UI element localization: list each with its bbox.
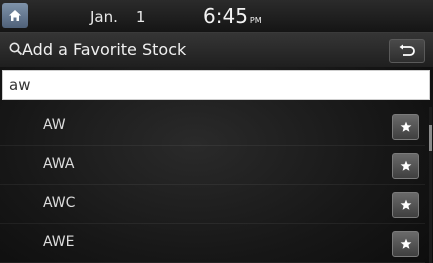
- stock-symbol: AWE: [43, 234, 75, 250]
- scrollbar-thumb[interactable]: [429, 125, 432, 151]
- stock-symbol: AWA: [43, 156, 75, 172]
- page-title: Add a Favorite Stock: [22, 40, 187, 59]
- star-icon: [400, 238, 411, 249]
- list-item[interactable]: AWA: [0, 146, 425, 185]
- favorite-star-button[interactable]: [392, 153, 419, 179]
- status-bar: Jan. 1 6:45 PM: [0, 0, 433, 33]
- star-icon: [400, 199, 411, 210]
- status-ampm: PM: [249, 16, 262, 25]
- stock-symbol: AW: [43, 117, 66, 133]
- status-month: Jan.: [90, 8, 118, 26]
- list-item[interactable]: AWE: [0, 224, 425, 263]
- title-bar: Add a Favorite Stock: [0, 33, 433, 67]
- home-button[interactable]: [2, 3, 28, 28]
- list-item[interactable]: AWC: [0, 185, 425, 224]
- stock-symbol: AWC: [43, 195, 76, 211]
- star-icon: [400, 121, 411, 132]
- results-list: AW AWA AWC AWE: [0, 107, 433, 263]
- status-time: 6:45 PM: [203, 4, 262, 28]
- star-icon: [400, 160, 411, 171]
- status-day: 1: [135, 8, 146, 26]
- back-button[interactable]: [389, 39, 425, 63]
- home-icon: [9, 10, 21, 21]
- screen: Jan. 1 6:45 PM Add a Favorite Stock aw AW …: [0, 0, 433, 263]
- status-time-value: 6:45: [203, 4, 248, 28]
- favorite-star-button[interactable]: [392, 231, 419, 257]
- favorite-star-button[interactable]: [392, 114, 419, 140]
- status-date: Jan. 1: [90, 8, 145, 26]
- back-arrow-icon: [399, 44, 415, 56]
- list-item[interactable]: AW: [0, 107, 425, 146]
- search-input[interactable]: aw: [2, 70, 430, 100]
- scrollbar[interactable]: [429, 107, 432, 263]
- favorite-star-button[interactable]: [392, 192, 419, 218]
